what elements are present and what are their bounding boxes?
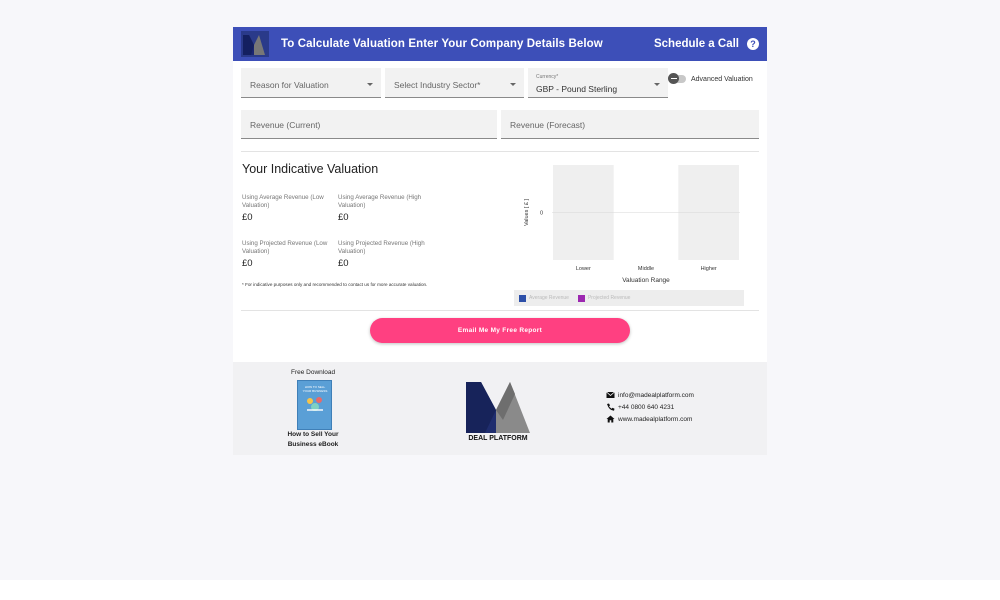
proj-high-label: Using Projected Revenue (High Valuation): [338, 240, 425, 255]
reason-for-valuation-select[interactable]: Reason for Valuation: [241, 68, 381, 98]
section-divider: [241, 310, 759, 311]
contact-email[interactable]: info@madealplatform.com: [606, 391, 694, 399]
page-bottom-strip: [0, 580, 1000, 600]
x-tick-label: Lower: [576, 266, 591, 272]
revenue-current-input[interactable]: Revenue (Current): [241, 110, 497, 139]
toggle-track[interactable]: [668, 73, 686, 84]
phone-icon: [607, 403, 615, 411]
ebook-illustration-icon: [307, 397, 323, 411]
avg-low-label: Using Average Revenue (Low Valuation): [242, 194, 324, 209]
legend-label-average: Average Revenue: [529, 295, 569, 301]
contact-phone[interactable]: +44 0800 640 4231: [606, 403, 674, 411]
schedule-call-label: Schedule a Call: [653, 38, 739, 50]
section-divider: [241, 151, 759, 152]
industry-sector-select[interactable]: Select Industry Sector*: [385, 68, 524, 98]
free-download-label: Free Download: [291, 369, 336, 376]
y-axis-title: Values [ £ ]: [524, 198, 530, 226]
legend-item-projected[interactable]: Projected Revenue: [577, 294, 631, 302]
ebook-caption-line1: How to Sell Your: [287, 431, 339, 438]
x-tick-label: Middle: [638, 266, 654, 272]
toggle-knob[interactable]: [668, 73, 679, 84]
avg-high-label: Using Average Revenue (High Valuation): [338, 194, 422, 209]
header-title: To Calculate Valuation Enter Your Compan…: [281, 38, 603, 50]
revenue-current-placeholder: Revenue (Current): [250, 120, 321, 130]
valuation-card: To Calculate Valuation Enter Your Compan…: [233, 27, 767, 455]
avg-high-block: Using Average Revenue (High Valuation) £…: [338, 194, 428, 223]
chevron-down-icon: [367, 83, 373, 86]
proj-high-value: £0: [338, 258, 349, 269]
currency-label: Currency*: [536, 74, 559, 80]
proj-low-block: Using Projected Revenue (Low Valuation) …: [242, 240, 332, 269]
ma-logo-icon: [241, 31, 269, 57]
revenue-forecast-placeholder: Revenue (Forecast): [510, 120, 586, 130]
deal-platform-logo: [466, 382, 530, 433]
proj-low-label: Using Projected Revenue (Low Valuation): [242, 240, 328, 255]
logo-text: DEAL PLATFORM: [468, 435, 528, 442]
currency-value: GBP - Pound Sterling: [536, 84, 618, 94]
avg-low-value: £0: [242, 212, 253, 223]
chevron-down-icon: [510, 83, 516, 86]
chevron-down-icon: [654, 83, 660, 86]
chart-legend: Average Revenue Projected Revenue: [514, 290, 744, 306]
contact-email-text: info@madealplatform.com: [618, 391, 694, 399]
avg-low-block: Using Average Revenue (Low Valuation) £0: [242, 194, 332, 223]
ebook-caption[interactable]: How to Sell Your Business eBook: [273, 430, 353, 450]
advanced-valuation-label: Advanced Valuation: [691, 75, 753, 83]
advanced-valuation-toggle[interactable]: Advanced Valuation: [668, 73, 753, 84]
disclaimer-text: * For indicative purposes only and recom…: [242, 282, 428, 287]
valuation-title: Your Indicative Valuation: [242, 162, 379, 176]
ebook-cover[interactable]: HOW TO SELL YOUR BUSINESS: [297, 380, 332, 430]
x-axis-title: Valuation Range: [622, 277, 670, 284]
legend-swatch-average: [519, 294, 526, 302]
avg-high-value: £0: [338, 212, 349, 223]
email-report-button[interactable]: Email Me My Free Report: [370, 318, 630, 343]
legend-label-projected: Projected Revenue: [587, 295, 631, 301]
x-tick-label: Higher: [701, 266, 717, 272]
revenue-forecast-input[interactable]: Revenue (Forecast): [501, 110, 759, 139]
currency-select[interactable]: Currency* GBP - Pound Sterling: [528, 68, 668, 98]
industry-placeholder: Select Industry Sector*: [394, 80, 481, 90]
y-tick-label: 0: [540, 211, 543, 217]
contact-website[interactable]: www.madealplatform.com: [606, 415, 692, 423]
ebook-cover-title: HOW TO SELL YOUR BUSINESS: [302, 385, 328, 393]
home-icon: [606, 415, 615, 423]
legend-swatch-projected: [577, 294, 585, 302]
question-circle-icon[interactable]: ?: [747, 38, 759, 50]
footer: Free Download HOW TO SELL YOUR BUSINESS …: [233, 362, 767, 455]
header-bar: To Calculate Valuation Enter Your Compan…: [233, 27, 767, 61]
reason-placeholder: Reason for Valuation: [250, 80, 329, 90]
legend-item-average[interactable]: Average Revenue: [519, 294, 569, 302]
ebook-caption-line2: Business eBook: [287, 441, 339, 448]
envelope-icon: [606, 391, 615, 398]
schedule-call-button[interactable]: Schedule a Call ?: [654, 38, 759, 50]
proj-high-block: Using Projected Revenue (High Valuation)…: [338, 240, 428, 269]
proj-low-value: £0: [242, 258, 253, 269]
contact-phone-text: +44 0800 640 4231: [618, 403, 675, 411]
contact-website-text: www.madealplatform.com: [618, 415, 693, 423]
